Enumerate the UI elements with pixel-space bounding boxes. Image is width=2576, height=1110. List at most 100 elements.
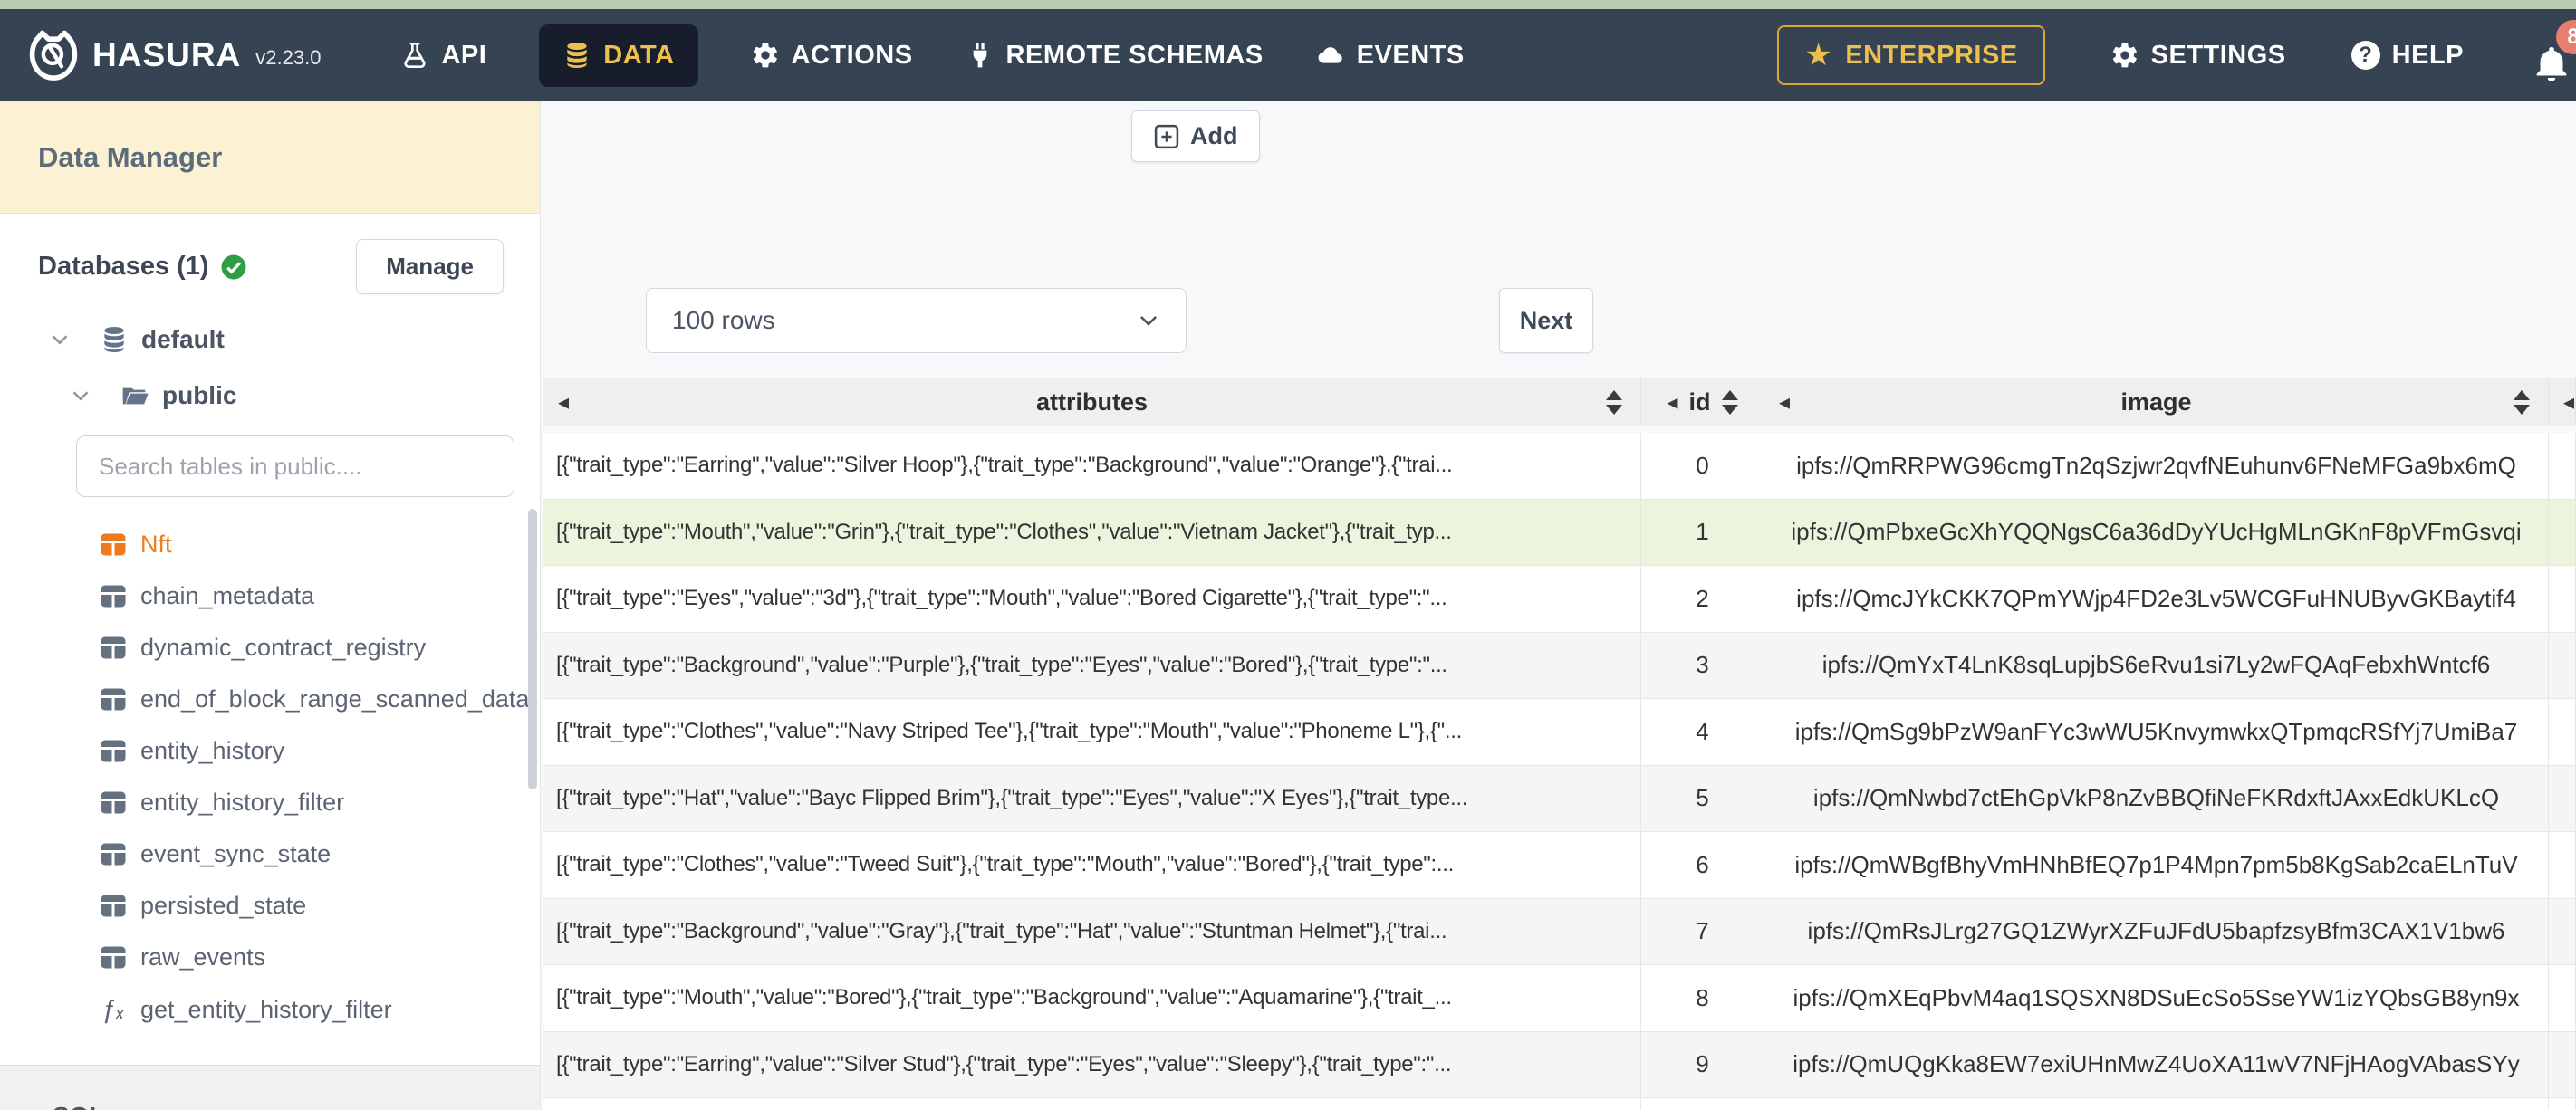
cell-id[interactable]: 9: [1641, 1031, 1764, 1097]
manage-button[interactable]: Manage: [356, 239, 504, 294]
cell-attributes[interactable]: [{"trait_type":"Background","value":"Gra…: [543, 898, 1641, 964]
rows-per-page-select[interactable]: 100 rows: [646, 288, 1187, 353]
cell-image[interactable]: ipfs://QmSg9bPzW9anFYc3wWU5KnvymwkxQTpmq…: [1764, 699, 2549, 765]
sidebar-item-event-sync-state[interactable]: event_sync_state: [0, 828, 540, 880]
sidebar-scrollbar-thumb[interactable]: [528, 509, 537, 789]
settings-label: SETTINGS: [2150, 40, 2286, 70]
sidebar-item-nft[interactable]: Nft: [0, 519, 540, 570]
window-top-strip: [0, 0, 2576, 9]
collapse-column-icon[interactable]: ◂: [1667, 389, 1677, 415]
nav-item-api[interactable]: API: [400, 41, 486, 71]
sidebar-item-end-of-block-range-scanned-data[interactable]: end_of_block_range_scanned_data: [0, 674, 540, 725]
cell-image[interactable]: ipfs://QmYxT4LnK8sqLupjbS6eRvu1si7Ly2wFQ…: [1764, 632, 2549, 698]
cell-attributes[interactable]: [{"trait_type":"Eyes","value":"3d"},{"tr…: [543, 566, 1641, 632]
enterprise-button[interactable]: ★ ENTERPRISE: [1777, 25, 2045, 85]
table-label: chain_metadata: [140, 582, 315, 609]
column-header-id[interactable]: ◂ id: [1641, 378, 1764, 426]
cell-attributes[interactable]: [{"trait_type":"Clothes","value":"Navy S…: [543, 699, 1641, 765]
table-row[interactable]: [{"trait_type":"Hat","value":"Bayc Flipp…: [543, 765, 2576, 832]
function-label: get_entity_history_filter: [140, 995, 392, 1023]
column-header-image[interactable]: ◂ image: [1764, 378, 2549, 426]
sort-icon[interactable]: [1721, 389, 1738, 415]
notifications-button[interactable]: 8: [2529, 20, 2576, 87]
tree-schema-public[interactable]: public: [70, 381, 540, 410]
cell-id[interactable]: 3: [1641, 632, 1764, 698]
sort-icon[interactable]: [2514, 389, 2530, 415]
cell-image[interactable]: ipfs://QmUQgKka8EW7exiUHnMwZ4UoXA11wV7NF…: [1764, 1031, 2549, 1097]
table-row[interactable]: [{"trait_type":"Mouth","value":"Bored"},…: [543, 965, 2576, 1032]
cell-attributes[interactable]: [{"trait_type":"Mouth","value":"Bored"},…: [543, 965, 1641, 1031]
sidebar-item-entity-history[interactable]: entity_history: [0, 725, 540, 777]
collapse-column-icon[interactable]: ◂: [1779, 389, 1790, 415]
cell-id[interactable]: 4: [1641, 699, 1764, 765]
cell-attributes[interactable]: [{"trait_type":"Earring","value":"Silver…: [543, 1031, 1641, 1097]
sidebar-item-get-entity-history-filter[interactable]: ƒₓ get_entity_history_filter: [0, 983, 540, 1036]
search-tables-input[interactable]: [76, 435, 514, 497]
next-page-button[interactable]: Next: [1499, 288, 1593, 353]
sidebar-item-chain-metadata[interactable]: chain_metadata: [0, 570, 540, 622]
cloud-icon: [1318, 47, 1342, 63]
cell-image[interactable]: ipfs://QmPbxeGcXhYQQNgsC6a36dDyYUcHgMLnG…: [1764, 499, 2549, 565]
sidebar-item-persisted-state[interactable]: persisted_state: [0, 880, 540, 932]
cell-overflow: [2549, 632, 2576, 698]
nav-item-label: API: [441, 40, 487, 70]
cell-id[interactable]: 6: [1641, 832, 1764, 898]
cell-attributes[interactable]: [{"trait_type":"Hat","value":"Bayc Flipp…: [543, 765, 1641, 831]
table-row[interactable]: [{"trait_type":"Clothes","value":"Tweed …: [543, 832, 2576, 899]
cell-image[interactable]: ipfs://QmWBgfBhyVmHNhBfEQ7p1P4Mpn7pm5b8K…: [1764, 832, 2549, 898]
column-header-attributes[interactable]: ◂ attributes: [543, 378, 1641, 426]
nav-item-remote-schemas[interactable]: REMOTE SCHEMAS: [966, 41, 1264, 71]
database-icon: [104, 327, 124, 352]
brand-block[interactable]: HASURA v2.23.0: [27, 29, 321, 81]
add-row-button[interactable]: Add: [1131, 110, 1261, 162]
cell-image[interactable]: ipfs://QmRRPWG96cmgTn2qSzjwr2qvfNEuhunv6…: [1764, 433, 2549, 499]
cell-id[interactable]: 0: [1641, 433, 1764, 499]
table-row[interactable]: [{"trait_type":"Earring","value":"Silver…: [543, 433, 2576, 500]
collapse-column-icon[interactable]: ◂: [558, 389, 569, 415]
cell-id[interactable]: 2: [1641, 566, 1764, 632]
cell-id[interactable]: 7: [1641, 898, 1764, 964]
cell-attributes[interactable]: [{"trait_type":"Mouth","value":"Grin"},{…: [543, 499, 1641, 565]
cell-image[interactable]: ipfs://QmNwbd7ctEhGpVkP8nZvBBQfiNeFKRdxf…: [1764, 765, 2549, 831]
sidebar-item-entity-history-filter[interactable]: entity_history_filter: [0, 777, 540, 828]
cell-attributes[interactable]: [{"trait_type":"Earring","value":"Silver…: [543, 433, 1641, 499]
table-row[interactable]: [{"trait_type":"Background","value":"Pur…: [543, 632, 2576, 699]
cell-overflow: [2549, 765, 2576, 831]
chevron-down-icon[interactable]: [70, 385, 91, 407]
sql-label: SQL: [53, 1102, 540, 1110]
cell-attributes[interactable]: [{"trait_type":"Background","value":"Pur…: [543, 632, 1641, 698]
table-icon: [101, 791, 126, 814]
nav-item-label: EVENTS: [1356, 40, 1465, 70]
rows-table: ◂ attributes ◂ id ◂ image ◂ [{"trait_typ…: [543, 378, 2576, 1110]
table-row[interactable]: [{"trait_type":"Earring","value":"Silver…: [543, 1031, 2576, 1098]
nav-item-events[interactable]: EVENTS: [1316, 41, 1465, 71]
sidebar-title: Data Manager: [38, 140, 223, 173]
chevron-down-icon[interactable]: [49, 329, 71, 350]
top-navbar: HASURA v2.23.0 API DATA ACTIONS REMOTE S…: [0, 9, 2576, 101]
cell-attributes[interactable]: [{"trait_type":"Clothes","value":"Tweed …: [543, 832, 1641, 898]
sidebar-item-dynamic-contract-registry[interactable]: dynamic_contract_registry: [0, 622, 540, 674]
table-row[interactable]: [{"trait_type":"Clothes","value":"Navy S…: [543, 699, 2576, 766]
version-label: v2.23.0: [255, 46, 322, 69]
nav-item-data[interactable]: DATA: [539, 24, 698, 87]
cell-image[interactable]: ipfs://QmcJYkCKK7QPmYWjp4FD2e3Lv5WCGFuHN…: [1764, 566, 2549, 632]
cell-image[interactable]: ipfs://QmRsJLrg27GQ1ZWyrXZFuJFdU5bapfzsy…: [1764, 898, 2549, 964]
nav-item-settings[interactable]: SETTINGS: [2110, 41, 2286, 71]
collapse-column-icon[interactable]: ◂: [2563, 389, 2574, 415]
table-row[interactable]: [{"trait_type":"Background","value":"Gra…: [543, 898, 2576, 965]
tree-database-default[interactable]: default: [49, 325, 540, 354]
sidebar-item-raw-events[interactable]: raw_events: [0, 932, 540, 983]
nav-item-actions[interactable]: ACTIONS: [751, 41, 913, 71]
cell-id[interactable]: 1: [1641, 499, 1764, 565]
help-icon: ?: [2350, 41, 2380, 70]
table-row-highlighted[interactable]: [{"trait_type":"Mouth","value":"Grin"},{…: [543, 499, 2576, 566]
cell-id[interactable]: 8: [1641, 965, 1764, 1031]
sidebar-footer[interactable]: SQL: [0, 1065, 540, 1110]
table-row[interactable]: [{"trait_type":"Eyes","value":"3d"},{"tr…: [543, 566, 2576, 633]
cell-id[interactable]: 5: [1641, 765, 1764, 831]
gears-icon: [753, 43, 777, 68]
cell-image[interactable]: ipfs://QmXEqPbvM4aq1SQSXN8DSuEcSo5SseYW1…: [1764, 965, 2549, 1031]
nav-item-help[interactable]: ? HELP: [2350, 41, 2464, 71]
sort-icon[interactable]: [1606, 389, 1622, 415]
browse-rows-panel: Add 100 rows Next ◂ attributes ◂ id ◂ im…: [541, 101, 2576, 1110]
